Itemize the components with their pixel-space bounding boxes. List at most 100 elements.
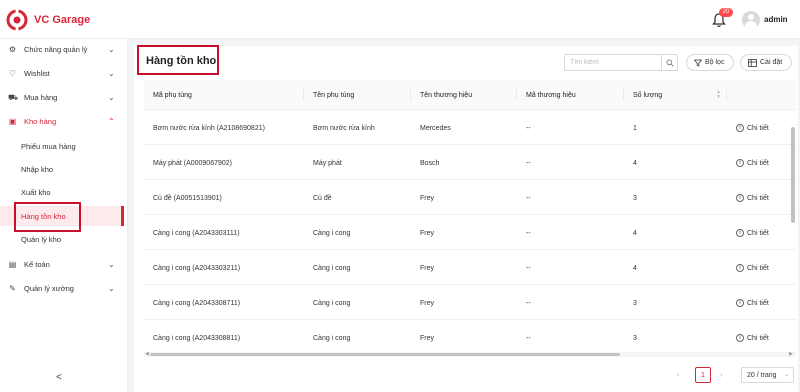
- sidebar-item-wishlist[interactable]: ♡ Wishlist ⌄: [0, 62, 128, 84]
- cell-part-code: Bơm nước rửa kính (A2108690821): [153, 124, 265, 132]
- detail-label: Chi tiết: [747, 334, 769, 342]
- cell-brand-name: Frey: [420, 264, 434, 272]
- cell-quantity: 4: [633, 264, 637, 272]
- next-page-icon[interactable]: ›: [720, 370, 723, 379]
- sidebar-subitem-label: Nhập kho: [21, 164, 54, 174]
- cell-quantity: 3: [633, 299, 637, 307]
- cell-quantity: 3: [633, 194, 637, 202]
- cell-part-code: Củ đề (A0051513901): [153, 194, 222, 202]
- cell-part-code: Càng i cong (A2043308811): [153, 334, 241, 342]
- page-number-current[interactable]: 1: [695, 367, 711, 383]
- sidebar-item-workshop[interactable]: ✎ Quản lý xưởng ⌄: [0, 277, 128, 299]
- settings-label: Cài đặt: [760, 59, 783, 66]
- table-row[interactable]: Càng i cong (A2043308811) Càng i cong Frey…: [144, 321, 796, 355]
- sidebar-item-accounting[interactable]: ▤ Kế toán ⌄: [0, 253, 128, 275]
- cell-quantity: 3: [633, 334, 637, 342]
- prev-page-icon[interactable]: ‹: [677, 370, 680, 379]
- sidebar-item-warehouse[interactable]: ▣ Kho hàng ⌃: [0, 110, 128, 132]
- filter-icon: [694, 59, 702, 67]
- detail-link[interactable]: i Chi tiết: [736, 111, 769, 145]
- info-icon: i: [736, 299, 744, 307]
- title-highlight-box: [137, 45, 219, 75]
- cell-part-code: Càng i cong (A2043308711): [153, 299, 241, 307]
- detail-link[interactable]: i Chi tiết: [736, 321, 769, 355]
- cell-part-name: Máy phát: [313, 159, 342, 167]
- vertical-scrollbar[interactable]: [791, 127, 795, 223]
- info-icon: i: [736, 194, 744, 202]
- column-header-quantity[interactable]: Số lượng: [624, 80, 724, 110]
- cell-part-code: Càng i cong (A2043303111): [153, 229, 240, 237]
- horizontal-scrollbar[interactable]: [150, 353, 620, 356]
- detail-label: Chi tiết: [747, 264, 769, 272]
- filter-label: Bộ lọc: [705, 59, 725, 66]
- cell-part-name: Càng i cong: [313, 264, 351, 272]
- username[interactable]: admin: [764, 15, 788, 24]
- detail-link[interactable]: i Chi tiết: [736, 146, 769, 180]
- cell-brand-code: --: [526, 124, 531, 132]
- settings-button[interactable]: Cài đặt: [740, 54, 792, 71]
- sort-icon[interactable]: ▲ ▼: [716, 90, 721, 100]
- chevron-up-icon: ⌃: [108, 116, 115, 126]
- detail-label: Chi tiết: [747, 159, 769, 167]
- column-header-part-name: Tên phụ tùng: [313, 91, 355, 99]
- sidebar-subitem-export[interactable]: Xuất kho: [0, 182, 124, 202]
- chevron-down-icon: ⌄: [108, 259, 115, 269]
- sidebar-subitem-import[interactable]: Nhập kho: [0, 159, 124, 179]
- sidebar-highlight-box: [14, 202, 81, 232]
- table-row[interactable]: Càng i cong (A2043303111) Càng i cong Frey…: [144, 216, 796, 250]
- avatar[interactable]: [742, 11, 760, 29]
- column-header-part-code: Mã phụ tùng: [153, 91, 192, 99]
- cell-part-code: Càng i cong (A2043303211): [153, 264, 241, 272]
- scroll-right-icon[interactable]: ▶: [789, 351, 793, 357]
- table-row[interactable]: Bơm nước rửa kính (A2108690821) Bơm nước …: [144, 111, 796, 145]
- search-box: [564, 54, 678, 71]
- chevron-down-icon: ⌄: [108, 44, 115, 54]
- warehouse-icon: ▣: [8, 116, 17, 126]
- collapse-sidebar-icon[interactable]: <: [56, 372, 62, 383]
- search-input[interactable]: [565, 55, 661, 70]
- cell-part-name: Càng i cong: [313, 229, 351, 237]
- sidebar-subitem-label: Quản lý kho: [21, 234, 62, 244]
- table-row[interactable]: Máy phát (A0009067902) Máy phát Bosch -- 4 i C…: [144, 146, 796, 180]
- cell-brand-name: Frey: [420, 194, 434, 202]
- cell-part-name: Càng i cong: [313, 334, 351, 342]
- cell-brand-code: --: [526, 334, 531, 342]
- sidebar-subitem-warehouse-management[interactable]: Quản lý kho: [0, 229, 124, 249]
- info-icon: i: [736, 124, 744, 132]
- chevron-down-icon: ⌄: [783, 372, 789, 378]
- search-button[interactable]: [661, 55, 677, 70]
- logo-icon[interactable]: [6, 9, 28, 31]
- info-icon: i: [736, 264, 744, 272]
- sidebar-subitem-label: Xuất kho: [21, 187, 51, 197]
- page-size-select[interactable]: 20 / trang ⌄: [741, 367, 794, 383]
- table-row[interactable]: Càng i cong (A2043308711) Càng i cong Frey…: [144, 286, 796, 320]
- detail-link[interactable]: i Chi tiết: [736, 181, 769, 215]
- table-row[interactable]: Càng i cong (A2043303211) Càng i cong Frey…: [144, 251, 796, 285]
- wrench-icon: ✎: [9, 283, 16, 293]
- brand-name[interactable]: VC Garage: [34, 14, 90, 26]
- cell-brand-code: --: [526, 159, 531, 167]
- cart-icon: ⛟: [8, 92, 19, 102]
- chevron-down-icon: ⌄: [108, 92, 115, 102]
- sidebar-item-management[interactable]: ⚙ Chức năng quản lý ⌄: [0, 38, 128, 60]
- sidebar-subitem-purchase-order[interactable]: Phiếu mua hàng: [0, 136, 124, 156]
- detail-link[interactable]: i Chi tiết: [736, 216, 769, 250]
- page-size-value: 20 / trang: [747, 371, 777, 379]
- sidebar-item-purchase[interactable]: ⛟ Mua hàng ⌄: [0, 86, 128, 108]
- sidebar-item-label: Mua hàng: [24, 92, 58, 102]
- table-header: Mã phụ tùng Tên phụ tùng Tên thương hiệu…: [144, 80, 796, 110]
- info-icon: i: [736, 334, 744, 342]
- table-row[interactable]: Củ đề (A0051513901) Củ đề Frey -- 3 i Chi tiết: [144, 181, 796, 215]
- cell-brand-code: --: [526, 229, 531, 237]
- sidebar-item-label: Chức năng quản lý: [24, 44, 88, 54]
- cell-brand-name: Frey: [420, 299, 434, 307]
- detail-label: Chi tiết: [747, 124, 769, 132]
- detail-link[interactable]: i Chi tiết: [736, 286, 769, 320]
- detail-label: Chi tiết: [747, 299, 769, 307]
- info-icon: i: [736, 229, 744, 237]
- filter-button[interactable]: Bộ lọc: [686, 54, 734, 71]
- scroll-left-icon[interactable]: ◀: [145, 351, 149, 357]
- detail-link[interactable]: i Chi tiết: [736, 251, 769, 285]
- cell-brand-code: --: [526, 299, 531, 307]
- cell-quantity: 4: [633, 229, 637, 237]
